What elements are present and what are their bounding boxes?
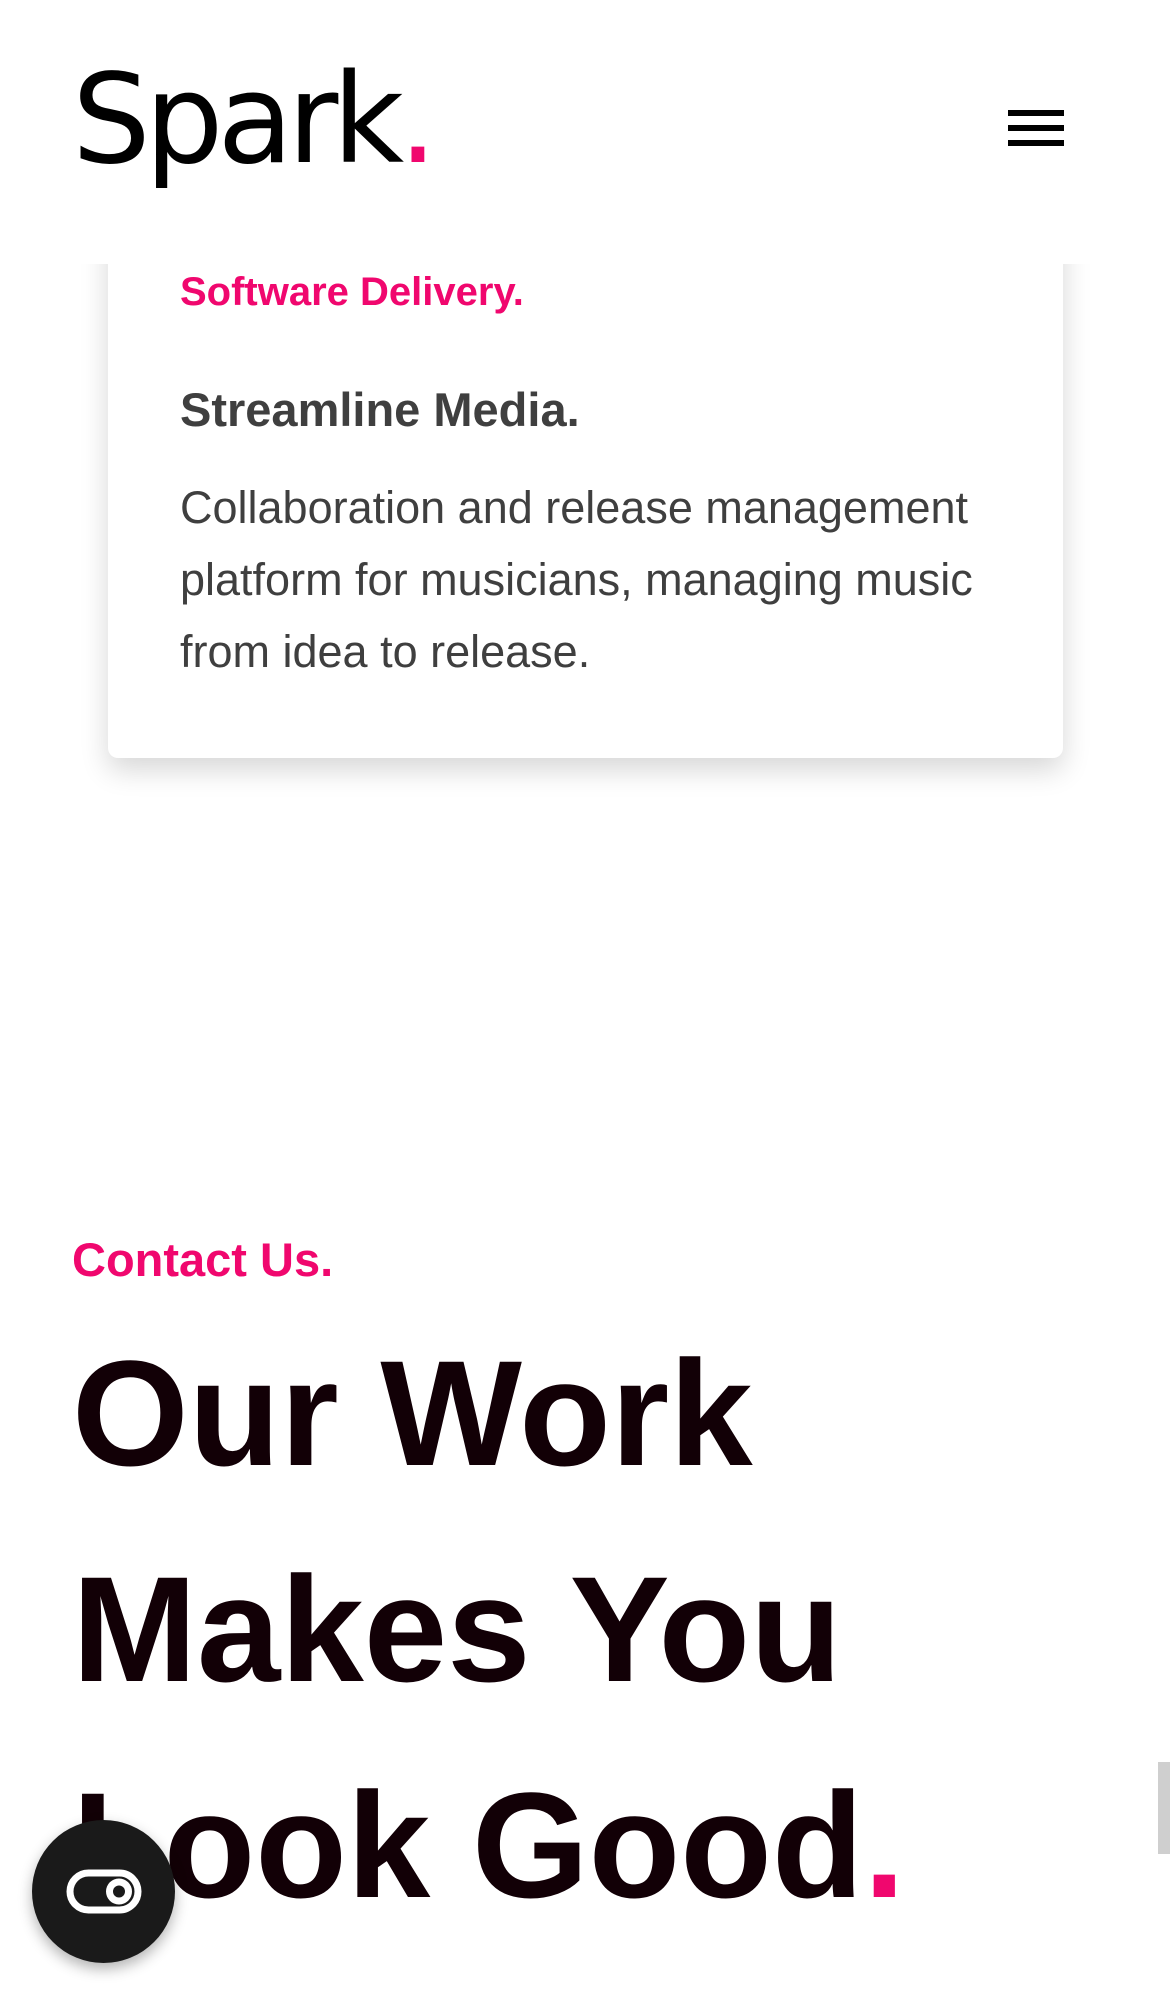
headline-dot: . bbox=[863, 1761, 906, 1929]
card-description: Collaboration and release management pla… bbox=[180, 482, 973, 677]
headline-line-1: Our Work bbox=[72, 1329, 753, 1497]
brand-logo[interactable]: Spark. bbox=[72, 46, 438, 195]
headline-line-3-text: Look Good bbox=[72, 1761, 864, 1929]
contact-eyebrow: Contact Us. bbox=[72, 1233, 334, 1286]
card-title: Streamline Media. bbox=[180, 383, 580, 436]
card-category: Software Delivery. bbox=[180, 270, 524, 314]
site-header: Spark. bbox=[0, 0, 1170, 264]
hamburger-menu-icon[interactable] bbox=[1008, 110, 1066, 154]
chat-toggle-icon bbox=[66, 1869, 142, 1914]
logo-dot: . bbox=[398, 48, 437, 192]
scrollbar-thumb[interactable] bbox=[1158, 1762, 1170, 1854]
chat-launcher-button[interactable] bbox=[32, 1820, 175, 1963]
headline-line-2: Makes You bbox=[72, 1545, 842, 1713]
contact-headline: Our Work Makes You Look Good. bbox=[72, 1305, 1072, 1953]
logo-text: Spark bbox=[72, 48, 404, 192]
headline-line-3: Look Good. bbox=[72, 1737, 1072, 1953]
